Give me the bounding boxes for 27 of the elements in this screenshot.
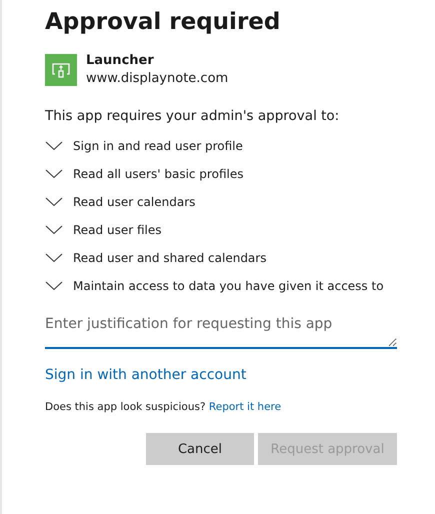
dialog-title: Approval required [45,8,282,37]
intro-text: This app requires your admin's approval to: [45,108,340,124]
chevron-icon [45,169,63,179]
app-publisher: www.displaynote.com [86,70,228,88]
permission-item[interactable]: Sign in and read user profile [45,132,397,160]
permission-label: Read user files [73,223,162,237]
permission-item[interactable]: Read user and shared calendars [45,244,397,272]
chevron-icon [45,253,63,263]
permission-item[interactable]: Read user files [45,216,397,244]
dialog-button[interactable]: Cancel [146,433,254,465]
permission-label: Maintain access to data you have given it access to [73,279,384,293]
chevron-icon [45,197,63,207]
chevron-icon [45,281,63,291]
permission-item[interactable]: Read user calendars [45,188,397,216]
permission-label: Read user and shared calendars [73,251,266,265]
app-name: Launcher [86,52,155,70]
permission-label: Read user calendars [73,195,196,209]
permission-item[interactable]: Maintain access to data you have given it access to [45,272,397,300]
chevron-icon [45,141,63,151]
chevron-icon [45,225,63,235]
report-link[interactable]: Report it here [208,401,282,413]
permission-label: Read all users' basic profiles [73,167,244,181]
suspicious-question: Does this app look suspicious? [45,401,206,413]
permission-label: Sign in and read user profile [73,139,243,153]
switch-account-link[interactable]: Sign in with another account [45,367,246,383]
permission-item[interactable]: Read all users' basic profiles [45,160,397,188]
app-logo-icon [45,54,77,86]
